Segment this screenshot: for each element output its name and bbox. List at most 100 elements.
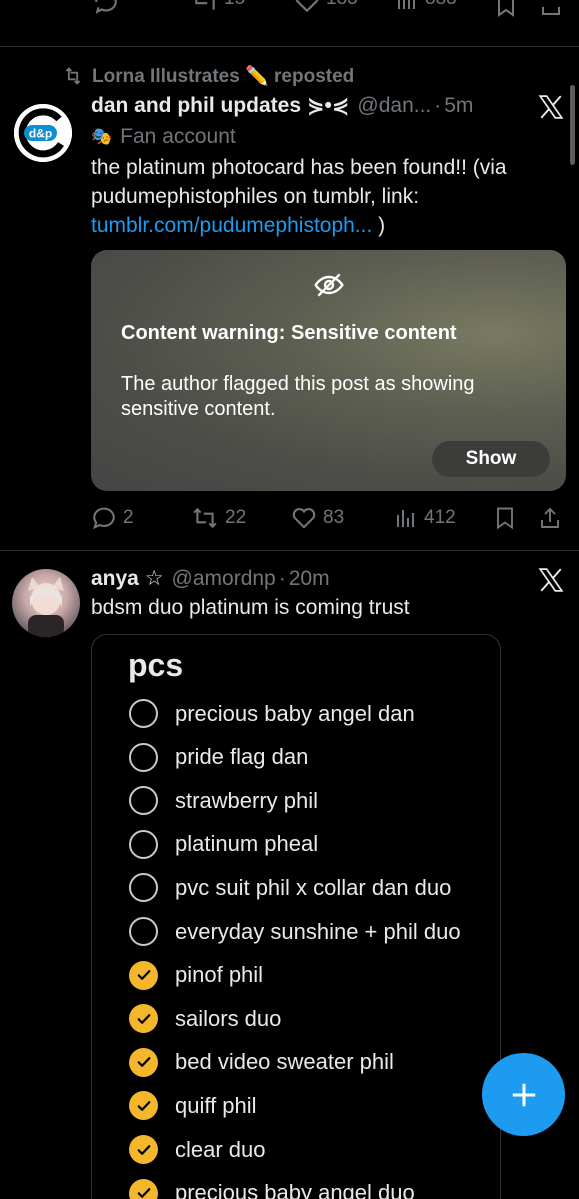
display-name[interactable]: dan and phil updates ⋟•⋞	[91, 93, 349, 118]
repost-indicator[interactable]: Lorna Illustrates ✏️ reposted	[62, 64, 354, 88]
checklist-item-label: precious baby angel dan	[175, 700, 415, 726]
repost-button[interactable]: 15	[192, 0, 245, 14]
checklist-item-label: quiff phil	[175, 1092, 257, 1118]
checklist-item: bed video sweater phil	[129, 1047, 394, 1077]
checklist-item: precious baby angel duo	[129, 1178, 415, 1199]
repost-count: 15	[224, 0, 245, 14]
bookmark-icon[interactable]	[493, 505, 517, 531]
avatar-image	[28, 577, 64, 637]
separator-dot: ·	[278, 566, 286, 590]
empty-circle-icon	[129, 699, 158, 728]
repost-icon	[195, 0, 215, 10]
checkmark-icon	[129, 1178, 158, 1199]
checkmark-icon	[129, 1091, 158, 1121]
checklist-item-label: platinum pheal	[175, 831, 319, 857]
divider	[0, 550, 579, 551]
checklist-item-label: everyday sunshine + phil duo	[175, 918, 461, 944]
tweet-text: the platinum photocard has been found!! …	[91, 153, 561, 240]
empty-circle-icon	[129, 742, 158, 772]
checkmark-icon	[129, 1004, 158, 1034]
fan-account-label: 🎭 Fan account	[91, 125, 236, 149]
bookmark-icon[interactable]	[494, 0, 518, 18]
checklist-item-label: clear duo	[175, 1136, 266, 1162]
checklist-item: clear duo	[129, 1135, 266, 1164]
show-button[interactable]: Show	[432, 441, 550, 477]
tweet-header: dan and phil updates ⋟•⋞ @dan... · 5m	[91, 93, 473, 118]
mask-icon: 🎭	[91, 127, 113, 146]
avatar-text: d&p	[29, 127, 52, 141]
scrollbar[interactable]	[570, 85, 575, 165]
views-icon	[397, 510, 414, 527]
checklist-image[interactable]: pcs precious baby angel dan pride flag da…	[91, 634, 501, 1199]
checklist-item: quiff phil	[129, 1091, 257, 1121]
views-count: 883	[425, 0, 457, 14]
checklist-item: strawberry phil	[129, 786, 319, 816]
repost-icon	[65, 67, 81, 85]
checklist-item: platinum pheal	[129, 829, 319, 859]
share-icon[interactable]	[538, 505, 562, 531]
share-icon[interactable]	[539, 0, 563, 18]
like-button[interactable]: 183	[294, 0, 358, 14]
avatar[interactable]	[12, 569, 80, 637]
tumblr-link[interactable]: tumblr.com/pudumephistoph...	[91, 214, 372, 237]
reply-count: 2	[123, 507, 134, 528]
tweet-text: bdsm duo platinum is coming trust	[91, 596, 410, 619]
content-warning-text: The author flagged this post as showing …	[121, 373, 475, 420]
checklist-item: sailors duo	[129, 1004, 282, 1034]
fan-account-text: Fan account	[120, 125, 236, 148]
empty-circle-icon	[129, 917, 158, 946]
dnp-logo-icon: d&p	[14, 104, 72, 162]
views-icon	[398, 0, 415, 9]
checklist-item: precious baby angel dan	[129, 699, 415, 728]
checkmark-icon	[129, 1047, 158, 1077]
checklist-item-label: pvc suit phil x collar dan duo	[175, 874, 452, 900]
checkmark-icon	[129, 960, 158, 990]
sensitive-media-card[interactable]: Content warning: Sensitive content The a…	[91, 250, 566, 491]
previous-tweet-actions: 15 183 883	[0, 0, 579, 46]
tweet-body-end: )	[372, 214, 386, 237]
checkmark-icon	[129, 1135, 158, 1164]
handle[interactable]: @amordnp	[172, 567, 276, 591]
reply-icon	[93, 507, 115, 530]
repost-by-text: Lorna Illustrates ✏️ reposted	[92, 66, 355, 87]
checklist-title: pcs	[128, 647, 184, 683]
x-logo-icon[interactable]	[538, 94, 564, 120]
like-count: 83	[323, 507, 345, 528]
empty-circle-icon	[129, 873, 158, 903]
display-name[interactable]: anya ☆	[91, 566, 164, 591]
checklist-item-label: sailors duo	[175, 1005, 282, 1031]
plus-icon	[512, 1083, 535, 1106]
handle[interactable]: @dan...	[357, 94, 431, 118]
empty-circle-icon	[129, 786, 158, 816]
repost-button[interactable]: 22	[191, 505, 246, 531]
content-warning-title: Content warning: Sensitive content	[121, 322, 457, 344]
tweet-body: the platinum photocard has been found!! …	[91, 156, 507, 208]
reply-button[interactable]: 2	[91, 505, 134, 531]
views-button[interactable]: 412	[394, 505, 456, 531]
views-button[interactable]: 883	[395, 0, 457, 14]
reply-icon[interactable]	[93, 0, 119, 16]
divider	[0, 46, 579, 47]
checklist-item: pinof phil	[129, 960, 264, 990]
tweet-header: anya ☆ @amordnp · 20m	[91, 566, 330, 591]
heart-icon	[295, 0, 319, 13]
checklist-item-label: strawberry phil	[175, 787, 319, 813]
checklist-item-label: pinof phil	[175, 962, 264, 988]
compose-button[interactable]	[482, 1053, 565, 1136]
empty-circle-icon	[129, 829, 158, 859]
checklist-item: pride flag dan	[129, 742, 308, 772]
like-button[interactable]: 83	[291, 505, 344, 531]
checklist-item: pvc suit phil x collar dan duo	[129, 873, 452, 903]
x-logo-icon[interactable]	[538, 567, 564, 593]
heart-icon	[292, 508, 316, 529]
checklist-item-label: bed video sweater phil	[175, 1049, 394, 1075]
tweet-actions: 2 22 83 412	[91, 503, 566, 533]
separator-dot: ·	[434, 93, 442, 117]
repost-count: 22	[225, 507, 247, 528]
views-count: 412	[424, 507, 456, 528]
eye-off-icon	[314, 273, 344, 297]
timestamp[interactable]: 5m	[444, 94, 473, 118]
timestamp[interactable]: 20m	[289, 567, 330, 591]
like-count: 183	[326, 0, 358, 14]
avatar[interactable]: d&p	[14, 104, 72, 162]
